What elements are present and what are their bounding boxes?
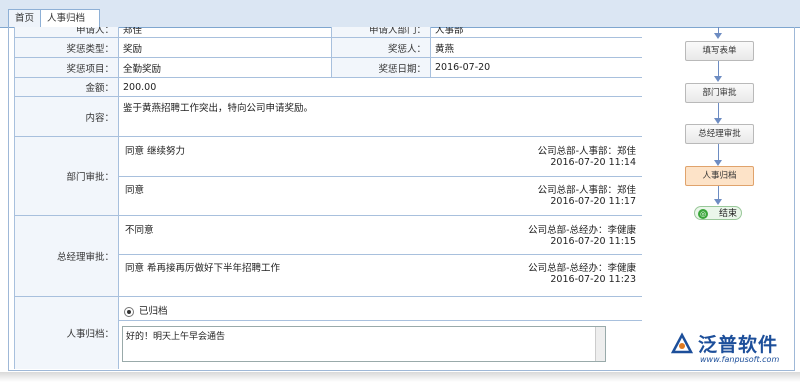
opinion-signer: 公司总部-总经办：李健康 — [528, 263, 636, 274]
opinion-item: 不同意 公司总部-总经办：李健康 2016-07-20 11:15 — [123, 216, 638, 256]
archive-comment-text: 好的！明天上午早会通告 — [126, 332, 226, 342]
dept-approval-label: 部门审批： — [14, 136, 119, 216]
tab-bar: 首页 人事归档✕ — [0, 0, 800, 41]
dept-value: 人事部 — [430, 27, 642, 38]
logo-url: www.fanpusoft.com — [700, 355, 780, 364]
flow-node-gm-approval[interactable]: 总经理审批 — [685, 124, 754, 144]
workflow-diagram: 填写表单 部门审批 总经理审批 人事归档 ◎ 结束 — [670, 27, 792, 370]
gm-approval-opinions: 不同意 公司总部-总经办：李健康 2016-07-20 11:15 同意 希再接… — [119, 216, 642, 296]
applicant-label: 申请人： — [14, 27, 119, 38]
opinion-item: 同意 公司总部-人事部：郑佳 2016-07-20 11:17 — [123, 176, 638, 215]
applicant-value: 郑佳 — [118, 27, 332, 38]
opinion-text: 不同意 — [125, 225, 154, 236]
item-label: 奖惩项目： — [14, 57, 119, 78]
opinion-signer: 公司总部-人事部：郑佳 — [537, 146, 636, 157]
archive-label: 人事归档： — [14, 296, 119, 369]
type-label: 奖惩类型： — [14, 37, 119, 58]
logo-name: 泛普软件 — [698, 334, 779, 356]
opinion-item: 同意 希再接再厉做好下半年招聘工作 公司总部-总经办：李健康 2016-07-2… — [123, 254, 638, 296]
bottom-shadow — [0, 372, 800, 382]
type-value: 奖励 — [118, 37, 332, 58]
opinion-signer: 公司总部-人事部：郑佳 — [537, 185, 636, 196]
content-label: 内容： — [14, 96, 119, 137]
gm-approval-label: 总经理审批： — [14, 215, 119, 297]
opinion-text: 同意 希再接再厉做好下半年招聘工作 — [125, 263, 281, 274]
brand-logo: 泛普软件 www.fanpusoft.com — [670, 330, 795, 374]
opinion-time: 2016-07-20 11:15 — [550, 236, 636, 247]
opinion-time: 2016-07-20 11:23 — [550, 274, 636, 285]
flow-connector — [718, 144, 719, 161]
arrow-down-icon — [714, 76, 722, 82]
person-label: 奖惩人： — [331, 37, 431, 58]
logo-icon — [670, 332, 694, 354]
flow-connector — [718, 186, 719, 200]
content-value: 鉴于黄燕招聘工作突出，特向公司申请奖励。 — [118, 96, 642, 137]
end-icon: ◎ — [698, 209, 708, 219]
archive-cell: 已归档 好的！明天上午早会通告 — [119, 297, 642, 369]
flow-node-hr-archive[interactable]: 人事归档 — [685, 166, 754, 186]
opinion-item: 同意 继续努力 公司总部-人事部：郑佳 2016-07-20 11:14 — [123, 137, 638, 176]
reward-form: 申请人： 郑佳 申请人部门： 人事部 奖惩类型： 奖励 奖惩人： 黄燕 奖惩项目… — [14, 27, 642, 369]
opinion-signer: 公司总部-总经办：李健康 — [528, 225, 636, 236]
item-value: 全勤奖励 — [118, 57, 332, 78]
arrow-down-icon — [714, 199, 722, 205]
dept-approval-opinions: 同意 继续努力 公司总部-人事部：郑佳 2016-07-20 11:14 同意 … — [119, 137, 642, 215]
radio-icon[interactable] — [124, 306, 134, 317]
opinion-text: 同意 继续努力 — [125, 146, 186, 157]
flow-connector — [718, 103, 719, 119]
archived-radio-label: 已归档 — [139, 306, 168, 317]
date-value: 2016-07-20 — [430, 57, 642, 78]
amount-value: 200.00 — [118, 77, 642, 97]
amount-label: 金额： — [14, 77, 119, 97]
tab-hr-archive-label: 人事归档 — [47, 13, 86, 24]
flow-node-dept-approval[interactable]: 部门审批 — [685, 83, 754, 103]
dept-label: 申请人部门： — [331, 27, 431, 38]
archive-comment-input[interactable]: 好的！明天上午早会通告 — [122, 326, 606, 362]
textarea-scrollbar[interactable] — [595, 327, 605, 361]
archived-radio[interactable]: 已归档 — [124, 303, 168, 317]
date-label: 奖惩日期： — [331, 57, 431, 78]
opinion-time: 2016-07-20 11:14 — [550, 157, 636, 168]
flow-connector — [718, 61, 719, 77]
arrow-down-icon — [714, 33, 722, 39]
tab-home-label: 首页 — [15, 13, 35, 24]
flow-node-end[interactable]: ◎ 结束 — [694, 206, 742, 220]
flow-end-label: 结束 — [718, 209, 737, 219]
opinion-time: 2016-07-20 11:17 — [550, 196, 636, 207]
divider — [119, 320, 642, 321]
opinion-text: 同意 — [125, 185, 145, 196]
flow-node-fill-form[interactable]: 填写表单 — [685, 41, 754, 61]
tab-hr-archive[interactable]: 人事归档✕ — [40, 9, 100, 41]
person-value: 黄燕 — [430, 37, 642, 58]
